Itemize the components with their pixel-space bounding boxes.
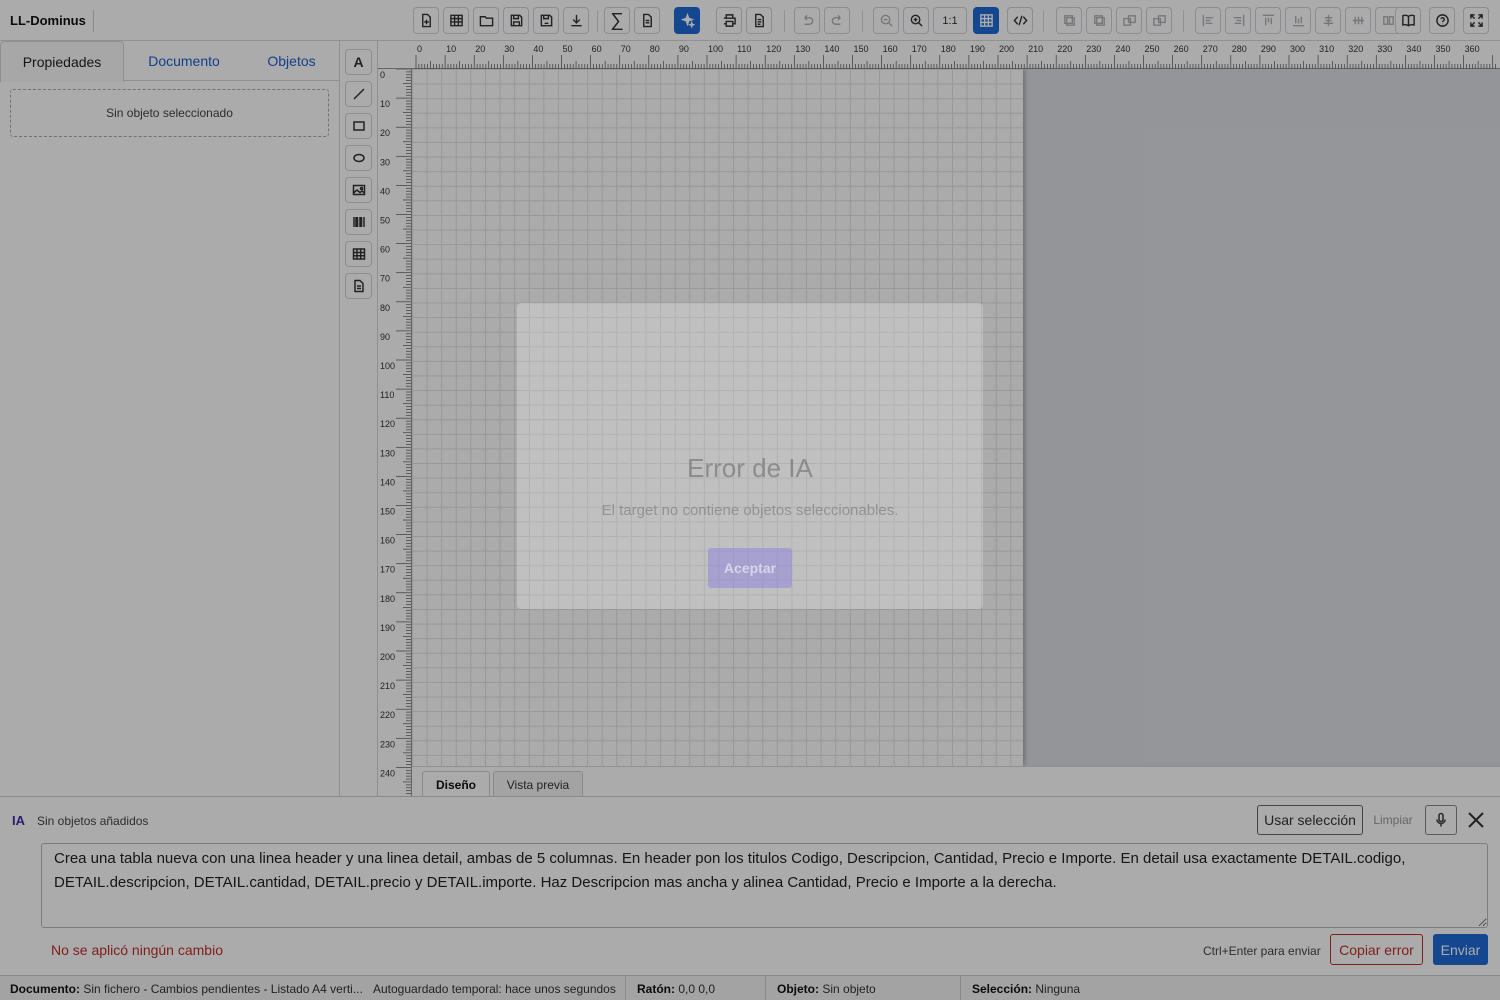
accept-button[interactable]: Aceptar bbox=[708, 548, 792, 588]
app-window: LL-Dominus ∑ 1:1 Propiedades Documento O… bbox=[0, 0, 1500, 1000]
error-dialog: Error de IA El target no contiene objeto… bbox=[517, 303, 983, 609]
modal-overlay[interactable]: Error de IA El target no contiene objeto… bbox=[0, 0, 1500, 1000]
dialog-message: El target no contiene objetos selecciona… bbox=[601, 502, 899, 519]
dialog-title: Error de IA bbox=[687, 453, 813, 483]
